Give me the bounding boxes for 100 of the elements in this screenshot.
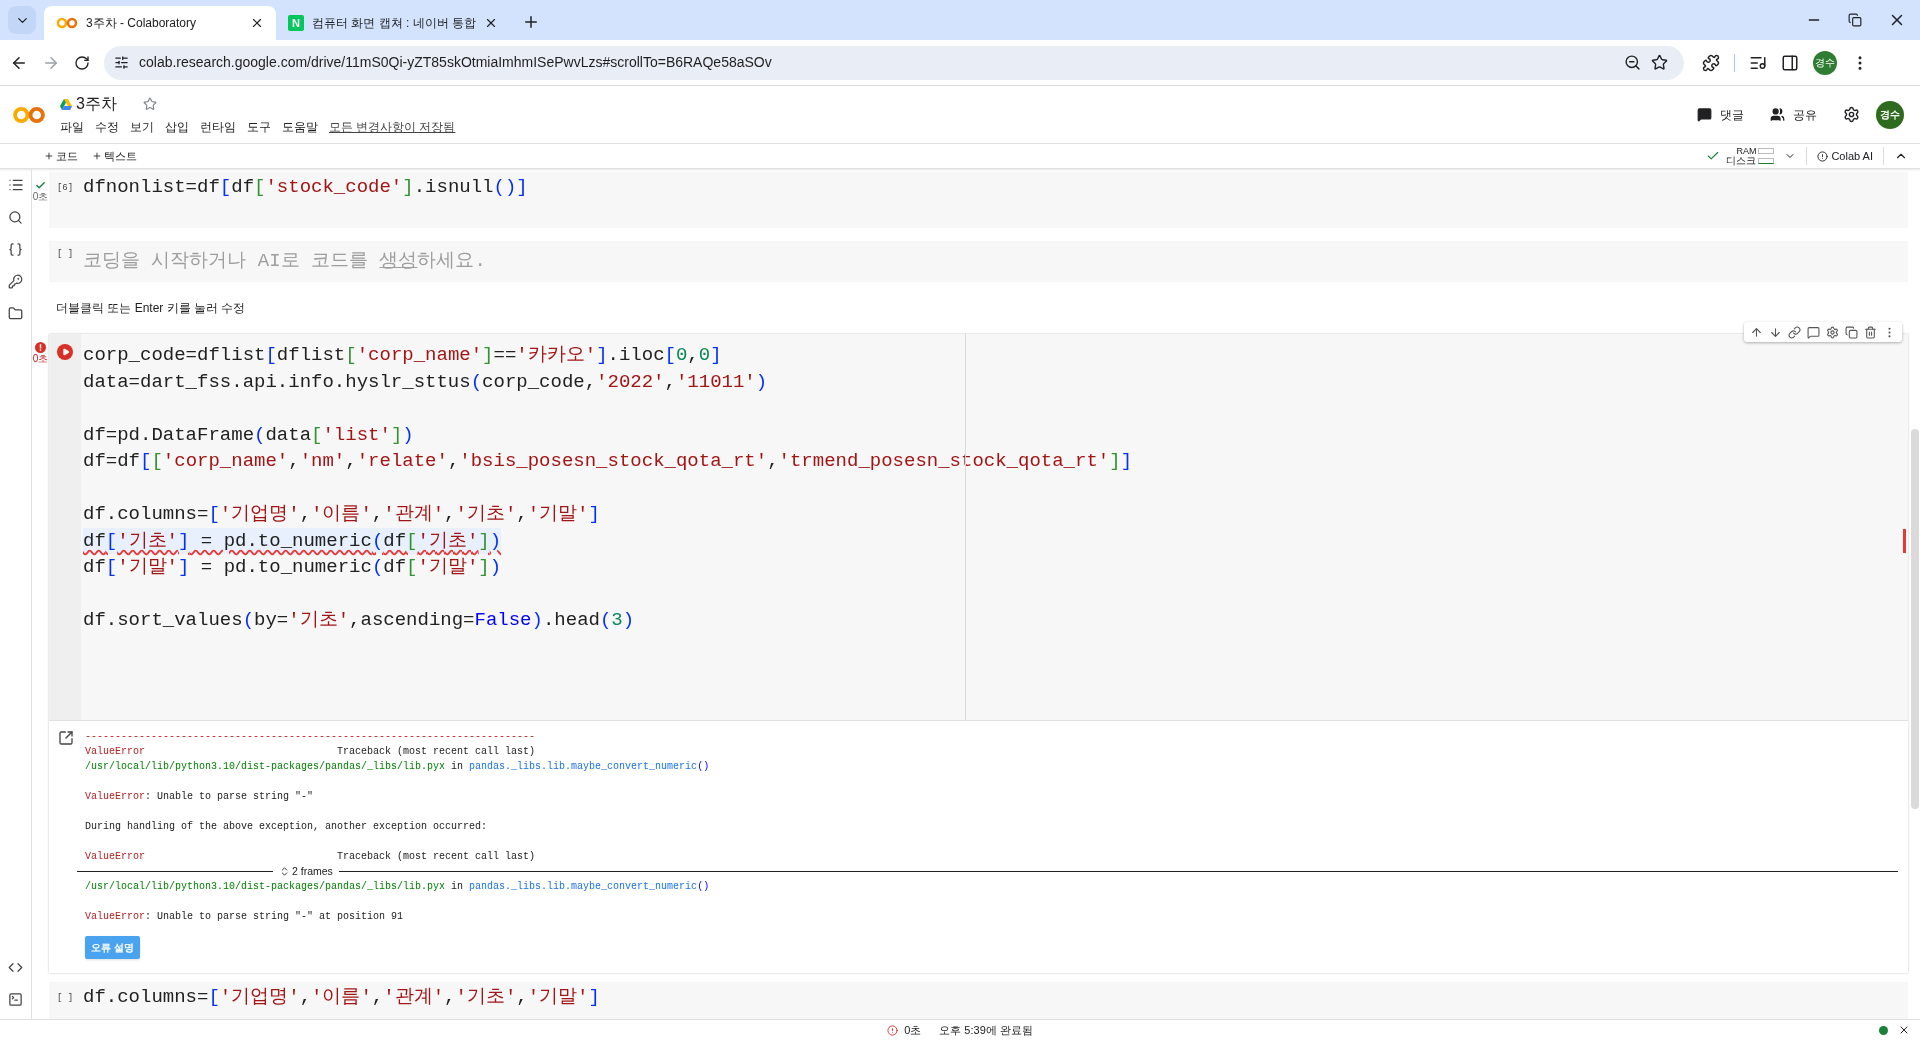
menu-item[interactable]: 도움말	[282, 119, 318, 137]
bookmark-star-icon[interactable]	[1651, 54, 1668, 71]
terminal-icon[interactable]	[8, 992, 23, 1007]
site-info-icon[interactable]	[114, 55, 129, 70]
run-time-label: 0초	[32, 192, 49, 202]
empty-cell-placeholder: 코딩을 시작하거나 AI로 코드를 생성하세요.	[82, 249, 486, 275]
edit-hint-text: 더블클릭 또는 Enter 키를 눌러 수정	[56, 300, 246, 317]
code-line: df=df[['corp_name','nm','relate','bsis_posesn_stock_qota_rt','trmend_posesn_stock_qota_rt']]	[83, 449, 1133, 474]
execution-count: [6]	[56, 182, 74, 195]
code-line: df['기말'] = pd.to_numeric(df['기말'])	[83, 555, 502, 580]
code-line: dfnonlist=df[df['stock_code'].isnull()]	[83, 175, 528, 200]
drive-icon	[60, 98, 72, 110]
completion-status: 오후 5:39에 완료됨	[939, 1022, 1033, 1038]
comment-button[interactable]: 댓글	[1697, 105, 1744, 124]
close-icon[interactable]	[1898, 1024, 1910, 1036]
traceback-line: ValueError: Unable to parse string "-"	[85, 790, 314, 804]
variables-icon[interactable]	[8, 242, 23, 257]
reload-icon[interactable]	[74, 54, 90, 71]
scrollbar[interactable]	[1911, 429, 1919, 809]
plus-icon	[44, 151, 54, 161]
settings-icon[interactable]	[1826, 325, 1839, 339]
star-icon[interactable]	[142, 97, 157, 112]
code-line: df.columns=['기업명','이름','관계','기초','기말']	[83, 502, 600, 527]
table-of-contents-icon[interactable]	[7, 177, 24, 193]
traceback-line: ValueError Traceback (most recent call last)	[85, 745, 536, 759]
user-avatar[interactable]: 경수	[1876, 100, 1904, 129]
close-tab-icon[interactable]	[250, 16, 264, 30]
delete-icon[interactable]	[1864, 325, 1877, 339]
new-tab-icon[interactable]	[522, 13, 540, 31]
traceback-line: ValueError Traceback (most recent call last)	[85, 850, 536, 864]
move-down-icon[interactable]	[1769, 325, 1782, 339]
close-tab-icon[interactable]	[484, 16, 498, 30]
expand-icon	[279, 866, 290, 877]
menu-item[interactable]: 삽입	[165, 119, 189, 137]
traceback-line: ---------------------------------------------------------------------------	[85, 730, 536, 744]
error-marker	[1903, 529, 1906, 553]
notebook-title[interactable]: 3주차	[76, 92, 117, 117]
code-line: data=dart_fss.api.info.hyslr_sttus(corp_code,'2022','11011')	[83, 369, 768, 395]
move-up-icon[interactable]	[1750, 325, 1763, 339]
code-snippets-icon[interactable]	[8, 960, 23, 975]
colab-logo-icon	[56, 16, 78, 30]
tab-title: 3주차 - Colaboratory	[86, 15, 198, 32]
ram-label: RAM	[1736, 146, 1757, 156]
code-cell[interactable]: [6] dfnonlist=df[df['stock_code'].isnull()]	[49, 172, 1908, 228]
add-cell-button[interactable]: 코드	[44, 147, 78, 165]
code-cell[interactable]: [ ] df.columns=['기업명','이름','관계','기초','기말']	[49, 982, 1908, 1019]
traceback-line: ValueError: Unable to parse string "-" at position 91	[85, 910, 404, 924]
link-icon[interactable]	[1788, 325, 1801, 339]
empty-code-cell[interactable]: [ ] 코딩을 시작하거나 AI로 코드를 생성하세요.	[49, 241, 1908, 282]
menu-item[interactable]: 도구	[247, 119, 271, 137]
colab-logo-icon	[12, 104, 46, 125]
connected-check-icon	[1706, 149, 1721, 163]
share-button[interactable]: 공유	[1770, 105, 1817, 124]
folder-icon[interactable]	[8, 306, 23, 321]
key-icon[interactable]	[8, 274, 23, 289]
site-logo-icon: N	[288, 15, 304, 31]
colab-ai-button[interactable]: Colab AI	[1817, 147, 1873, 165]
save-status-link[interactable]: 모든 변경사항이 저장됨	[329, 119, 456, 137]
copy-icon[interactable]	[1845, 325, 1858, 339]
traceback-line: During handling of the above exception, another exception occurred:	[85, 820, 488, 834]
comment-icon	[1697, 107, 1712, 122]
comment-icon[interactable]	[1807, 325, 1820, 339]
output-actions-icon[interactable]	[58, 730, 74, 746]
address-bar[interactable]: colab.research.google.com/drive/11mS0Qi-yZT85skOtmiaImhmISePwvLzs#scrollTo=B6RAQe58aSOv	[104, 45, 1684, 80]
add-cell-button[interactable]: 텍스트	[92, 147, 137, 165]
disk-label: 디스크	[1726, 155, 1757, 166]
code-line: df=pd.DataFrame(data['list'])	[83, 422, 414, 448]
search-icon[interactable]	[8, 210, 23, 225]
settings-icon[interactable]	[1843, 106, 1860, 123]
extensions-icon[interactable]	[1702, 53, 1720, 72]
disk-meter	[1758, 157, 1775, 164]
plus-icon	[92, 151, 102, 161]
code-cell[interactable]	[49, 334, 1908, 973]
tab-title: 컴퓨터 화면 캡쳐 : 네이버 통합	[312, 15, 476, 32]
play-icon	[61, 348, 70, 356]
execution-count: [ ]	[56, 248, 74, 261]
people-icon	[1770, 107, 1785, 122]
collapsed-frames-toggle[interactable]: 2 frames	[279, 863, 333, 880]
elapsed-time: 0초	[904, 1022, 922, 1038]
browser-tab[interactable]: N 컴퓨터 화면 캡쳐 : 네이버 통합	[276, 6, 510, 40]
zoom-icon[interactable]	[1624, 54, 1641, 71]
side-panel-icon[interactable]	[1781, 53, 1799, 72]
error-status-icon	[887, 1024, 899, 1036]
run-cell-button[interactable]	[57, 344, 73, 360]
restore-icon[interactable]	[1848, 13, 1862, 27]
menu-item[interactable]: 파일	[60, 119, 84, 137]
code-line: df.columns=['기업명','이름','관계','기초','기말']	[83, 985, 600, 1010]
run-time-label: 0초	[32, 354, 49, 364]
menu-item[interactable]: 수정	[95, 119, 119, 137]
code-line: corp_code=dflist[dflist['corp_name']=='카카오'].iloc[0,0]	[83, 343, 722, 368]
traceback-line: /usr/local/lib/python3.10/dist-packages/pandas/_libs/lib.pyx in pandas._libs.lib.maybe_convert_numeric()	[85, 880, 710, 894]
menu-item[interactable]: 보기	[130, 119, 154, 137]
ram-meter	[1758, 148, 1775, 154]
browser-tab[interactable]: 3주차 - Colaboratory	[44, 6, 276, 40]
traceback-line: /usr/local/lib/python3.10/dist-packages/pandas/_libs/lib.pyx in pandas._libs.lib.maybe_convert_numeric()	[85, 760, 710, 774]
execution-count: [ ]	[56, 992, 74, 1005]
url-text: colab.research.google.com/drive/11mS0Qi-yZT85skOtmiaImhmISePwvLzs#scrollTo=B6RAQe58aSOv	[139, 53, 773, 72]
code-line: df.sort_values(by='기초',ascending=False).head(3)	[83, 608, 635, 633]
profile-avatar[interactable]: 경수	[1813, 50, 1837, 75]
menu-item[interactable]: 런타임	[200, 119, 236, 137]
